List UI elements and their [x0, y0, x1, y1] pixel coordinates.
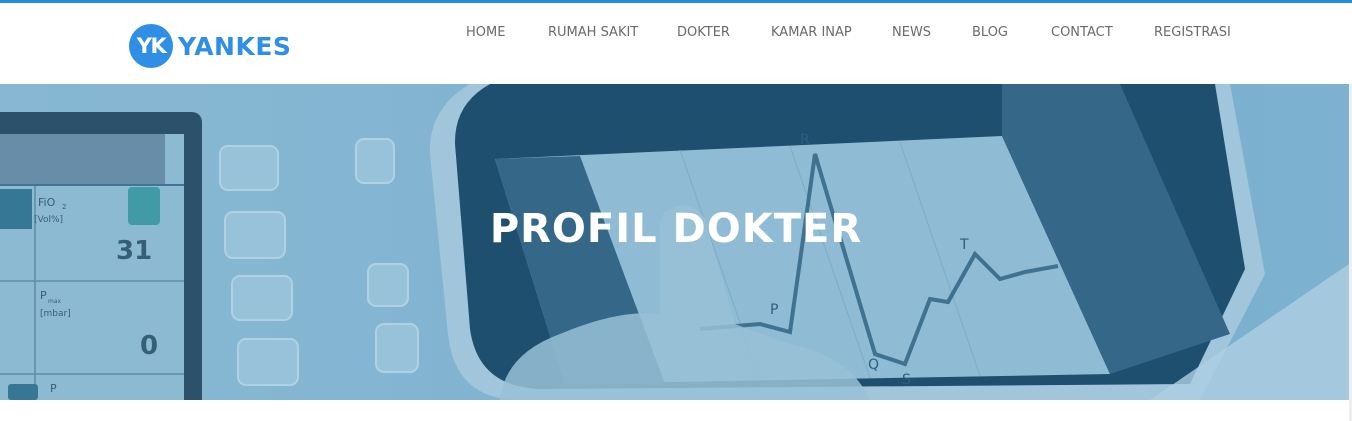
navbar: YK YANKES HOME RUMAH SAKIT DOKTER KAMAR … [0, 3, 1352, 84]
nav-rumah-sakit[interactable]: RUMAH SAKIT [548, 25, 638, 40]
nav-contact[interactable]: CONTACT [1051, 25, 1113, 40]
nav-dokter[interactable]: DOKTER [677, 25, 730, 40]
nav-news[interactable]: NEWS [892, 25, 931, 40]
nav-home[interactable]: HOME [466, 25, 505, 40]
nav-blog[interactable]: BLOG [972, 25, 1008, 40]
hero-banner: FiO 2 [Vol%] 31 P max [mbar] 0 P R T Q S… [0, 84, 1349, 400]
nav-registrasi[interactable]: REGISTRASI [1154, 25, 1231, 40]
nav-kamar-inap[interactable]: KAMAR INAP [771, 25, 852, 40]
page-title: PROFIL DOKTER [489, 206, 863, 252]
logo-text: YANKES [178, 31, 292, 61]
brand-logo[interactable]: YK YANKES [129, 24, 291, 68]
logo-badge: YK [129, 24, 173, 68]
